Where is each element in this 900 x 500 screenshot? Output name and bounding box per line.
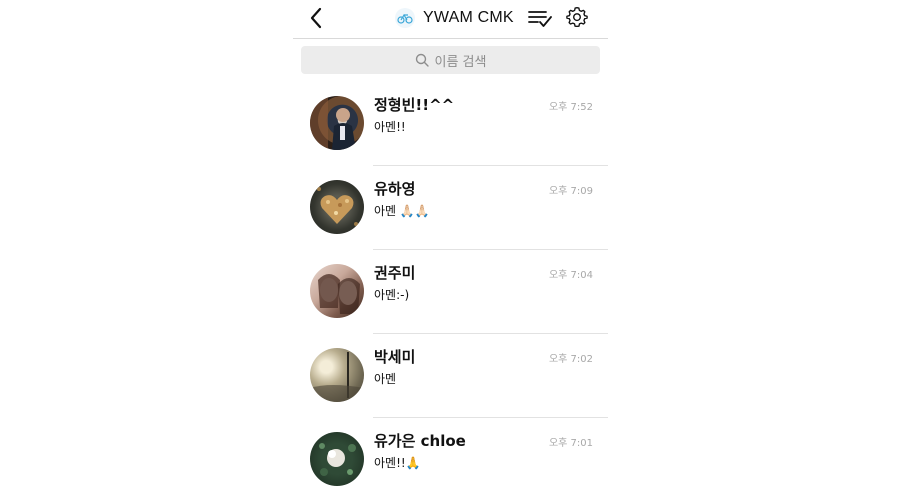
message-time: 오후 7:52: [548, 102, 593, 113]
avatar: [310, 264, 364, 318]
last-message: 아멘:-): [374, 288, 410, 302]
edit-list-button[interactable]: [528, 7, 552, 29]
last-message: 아멘!!: [374, 120, 406, 134]
avatar: [310, 348, 364, 402]
list-check-icon: [528, 11, 552, 27]
page-title: YWAM CMK: [423, 9, 514, 26]
chevron-left-icon: [310, 7, 322, 29]
chat-row[interactable]: 박세미 아멘 오후 7:02: [293, 334, 608, 418]
gear-icon: [566, 6, 588, 28]
channel-title: YWAM CMK: [395, 6, 514, 30]
message-time: 오후 7:02: [548, 354, 593, 365]
chat-row[interactable]: 정형빈!!^^ 아멘!! 오후 7:52: [293, 82, 608, 166]
back-button[interactable]: [305, 6, 329, 30]
chat-list-screen: YWAM CMK 이름 검색 정형빈!!^^ 아멘!! 오후 7:52 유하영 …: [293, 0, 608, 500]
chat-row[interactable]: 유하영 아멘 🙏🏻🙏🏻 오후 7:09: [293, 166, 608, 250]
message-time: 오후 7:09: [548, 186, 593, 197]
chat-row[interactable]: 유가은 chloe 아멘!!🙏 오후 7:01: [293, 418, 608, 500]
last-message: 아멘!!🙏: [374, 456, 421, 470]
search-placeholder: 이름 검색: [434, 54, 487, 70]
last-message: 아멘: [374, 372, 397, 386]
contact-name: 권주미: [374, 264, 416, 282]
last-message: 아멘 🙏🏻🙏🏻: [374, 204, 430, 218]
search-input[interactable]: 이름 검색: [301, 46, 600, 74]
message-time: 오후 7:04: [548, 270, 593, 281]
contact-name: 유하영: [374, 180, 416, 198]
chat-row[interactable]: 권주미 아멘:-) 오후 7:04: [293, 250, 608, 334]
avatar: [310, 432, 364, 486]
settings-button[interactable]: [566, 6, 588, 28]
message-time: 오후 7:01: [548, 438, 593, 449]
contact-name: 정형빈!!^^: [374, 96, 455, 114]
search-icon: [415, 53, 429, 67]
bicycle-logo-icon: [395, 8, 415, 28]
avatar: [310, 180, 364, 234]
avatar: [310, 96, 364, 150]
top-bar: YWAM CMK: [293, 0, 608, 39]
contact-name: 박세미: [374, 348, 416, 366]
contact-name: 유가은 chloe: [374, 432, 466, 450]
